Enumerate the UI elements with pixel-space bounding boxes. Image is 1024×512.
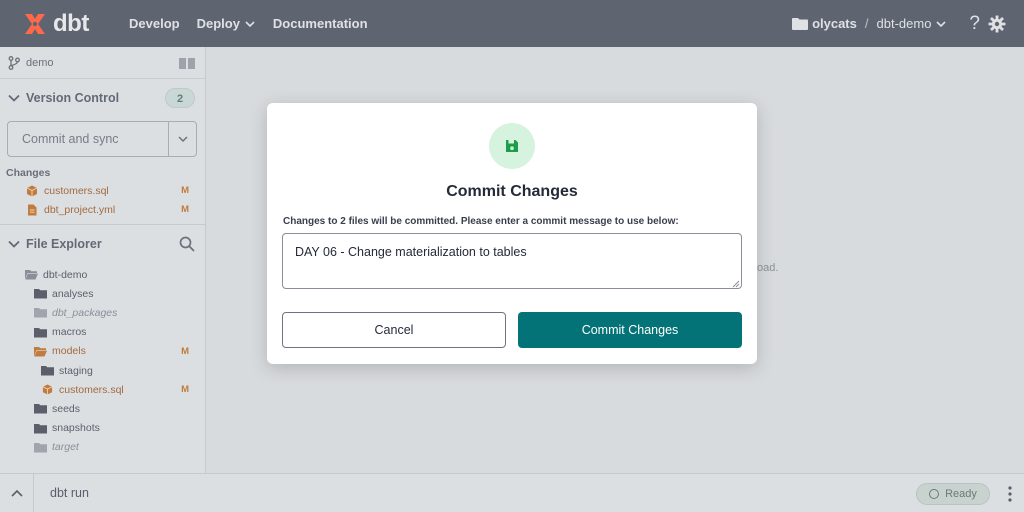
chevron-down-icon xyxy=(177,136,188,143)
tree-item-target[interactable]: target xyxy=(0,438,205,457)
version-control-title: Version Control xyxy=(26,91,120,105)
command-input[interactable]: dbt run xyxy=(50,486,89,500)
help-icon[interactable]: ? xyxy=(969,13,980,35)
chevron-down-icon xyxy=(245,20,255,27)
tree-item-label: analyses xyxy=(52,287,94,300)
status-label: Ready xyxy=(945,488,977,500)
file-explorer-header[interactable]: File Explorer xyxy=(0,225,205,263)
nav-develop[interactable]: Develop xyxy=(129,16,180,31)
modified-badge: M xyxy=(181,185,189,196)
commit-changes-button[interactable]: Commit Changes xyxy=(518,312,742,348)
folder-icon xyxy=(34,423,47,434)
tree-item-analyses[interactable]: analyses xyxy=(0,284,205,303)
tree-item-macros[interactable]: macros xyxy=(0,323,205,342)
tree-item-label: staging xyxy=(59,364,93,377)
file-icon xyxy=(28,204,37,215)
command-bar: dbt run Ready xyxy=(0,473,1024,512)
folder-open-icon xyxy=(34,346,47,357)
folder-icon xyxy=(792,18,809,30)
changes-title: Changes xyxy=(6,167,51,179)
change-file-name: customers.sql xyxy=(44,184,109,197)
nav-deploy-label: Deploy xyxy=(196,16,240,31)
changes-count-badge: 2 xyxy=(165,88,195,108)
chevron-down-icon xyxy=(8,94,20,102)
tree-item-label: target xyxy=(52,441,79,454)
modified-badge: M xyxy=(181,345,189,357)
tree-item-staging[interactable]: staging xyxy=(0,361,205,380)
chevron-down-icon xyxy=(8,240,20,248)
file-tree: dbt-demo analyses dbt_packages macros mo… xyxy=(0,263,205,457)
tree-item-label: macros xyxy=(52,326,87,339)
tree-item-label: models xyxy=(52,345,86,358)
dbt-logo-icon xyxy=(25,13,45,34)
book-icon[interactable] xyxy=(179,57,195,69)
tree-item-label: dbt_packages xyxy=(52,306,118,319)
tree-item-seeds[interactable]: seeds xyxy=(0,399,205,418)
modified-badge: M xyxy=(181,204,189,215)
tree-item-label: customers.sql xyxy=(59,383,124,396)
sidebar: demo Version Control 2 Commit and sync C… xyxy=(0,47,206,473)
tree-item-dbt-packages[interactable]: dbt_packages xyxy=(0,303,205,322)
git-branch-icon xyxy=(8,55,20,70)
chevron-down-icon[interactable] xyxy=(935,19,947,29)
cancel-button[interactable]: Cancel xyxy=(282,312,506,348)
top-navigation-bar: dbt Develop Deploy Documentation olycats… xyxy=(0,0,1024,47)
tree-item-label: dbt-demo xyxy=(43,268,88,281)
modal-title: Commit Changes xyxy=(446,183,578,200)
commit-and-sync-label: Commit and sync xyxy=(22,132,119,146)
change-file-name: dbt_project.yml xyxy=(44,203,116,216)
tree-item-label: seeds xyxy=(52,402,81,415)
branch-name: demo xyxy=(26,56,54,69)
nav-documentation[interactable]: Documentation xyxy=(273,16,368,31)
tree-item-snapshots[interactable]: snapshots xyxy=(0,419,205,438)
change-item[interactable]: customers.sql M xyxy=(0,181,205,200)
folder-icon xyxy=(34,404,47,414)
file-explorer-title: File Explorer xyxy=(26,237,102,251)
status-badge: Ready xyxy=(916,483,990,505)
modal-description: Changes to 2 files will be committed. Pl… xyxy=(283,216,679,227)
gear-icon[interactable] xyxy=(988,15,1006,33)
dbt-logo[interactable]: dbt xyxy=(22,10,112,38)
tree-item-models[interactable]: models M xyxy=(0,342,205,361)
chevron-up-icon xyxy=(10,489,23,497)
cube-icon xyxy=(42,384,53,395)
modified-badge: M xyxy=(181,384,189,396)
version-control-header[interactable]: Version Control 2 xyxy=(0,79,205,117)
project-name[interactable]: dbt-demo xyxy=(877,16,932,31)
status-circle-icon xyxy=(929,489,940,499)
folder-icon xyxy=(34,308,47,318)
folder-icon xyxy=(34,442,47,453)
tree-item-customers-sql[interactable]: customers.sql M xyxy=(0,380,205,399)
branch-row[interactable]: demo xyxy=(0,47,205,79)
change-item[interactable]: dbt_project.yml M xyxy=(0,200,205,219)
commit-message-input[interactable]: DAY 06 - Change materialization to table… xyxy=(282,233,742,289)
modal-icon-circle xyxy=(489,123,535,169)
folder-icon xyxy=(34,289,47,299)
expand-panel-button[interactable] xyxy=(0,473,34,512)
project-selector-area: olycats / dbt-demo ? xyxy=(792,0,1006,47)
commit-and-sync-button[interactable]: Commit and sync xyxy=(7,121,197,157)
breadcrumb-separator: / xyxy=(864,16,869,31)
commit-options-dropdown[interactable] xyxy=(168,122,196,156)
tree-item-label: snapshots xyxy=(52,422,100,435)
folder-open-icon xyxy=(25,270,38,280)
commit-changes-modal: Commit Changes Changes to 2 files will b… xyxy=(267,103,757,364)
logo-text: dbt xyxy=(53,9,89,37)
org-name[interactable]: olycats xyxy=(812,16,857,31)
nav-deploy[interactable]: Deploy xyxy=(197,16,256,31)
search-icon[interactable] xyxy=(179,236,195,252)
tree-item-dbt-demo[interactable]: dbt-demo xyxy=(0,265,205,284)
cube-icon xyxy=(26,185,38,196)
background-hint-text: oad. xyxy=(757,262,779,274)
folder-icon xyxy=(34,327,47,338)
save-icon xyxy=(506,140,518,152)
resize-handle-icon[interactable] xyxy=(731,279,740,288)
more-options-icon[interactable] xyxy=(1008,486,1012,502)
folder-icon xyxy=(41,366,54,376)
